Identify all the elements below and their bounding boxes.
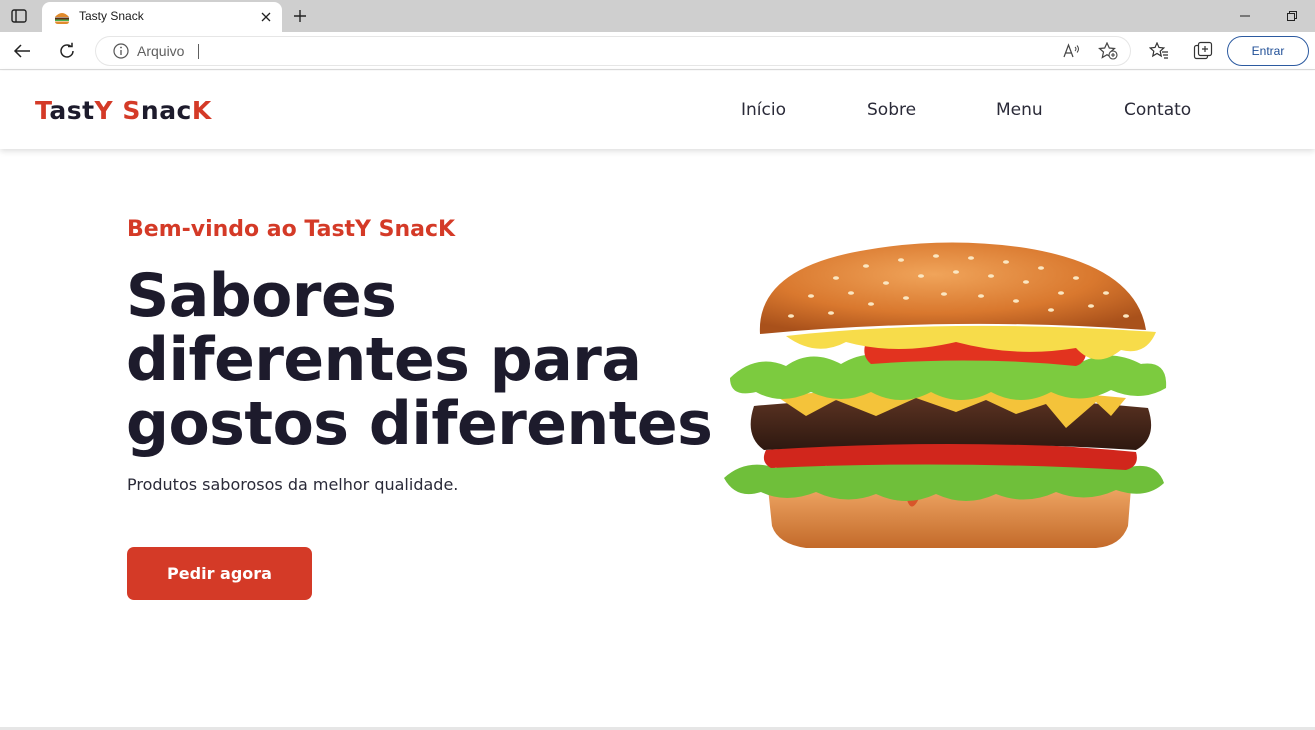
logo-letter: K	[191, 96, 212, 125]
tab-title: Tasty Snack	[79, 9, 144, 23]
browser-tab-bar: Tasty Snack	[0, 0, 1315, 32]
burger-image	[716, 238, 1176, 558]
logo-letters: nac	[140, 96, 192, 125]
nav-link-inicio[interactable]: Início	[741, 100, 786, 120]
hero-description: Produtos saborosos da melhor qualidade.	[127, 475, 459, 494]
logo-letter: T	[35, 96, 50, 125]
refresh-icon[interactable]	[54, 38, 80, 64]
favorites-icon[interactable]	[1148, 40, 1170, 62]
site-header: TastY SnacK Início Sobre Menu Contato	[0, 71, 1315, 149]
burger-favicon-icon	[54, 10, 70, 24]
close-tab-icon[interactable]	[258, 9, 274, 25]
logo-space	[113, 96, 122, 125]
logo-letter: S	[122, 96, 141, 125]
add-favorite-icon[interactable]	[1098, 41, 1118, 60]
logo-letters: ast	[49, 96, 95, 125]
order-now-button[interactable]: Pedir agora	[127, 547, 312, 600]
hero-title: Sabores diferentes para gostos diferente…	[126, 264, 716, 456]
new-tab-icon[interactable]	[289, 5, 311, 27]
info-icon[interactable]	[113, 43, 129, 59]
site-logo[interactable]: TastY SnacK	[35, 96, 212, 125]
address-separator	[198, 44, 199, 59]
nav-link-menu[interactable]: Menu	[996, 100, 1043, 120]
nav-link-contato[interactable]: Contato	[1124, 100, 1191, 120]
hero-subtitle: Bem-vindo ao TastY SnacK	[127, 217, 456, 242]
restore-window-icon[interactable]	[1281, 6, 1303, 26]
browser-toolbar: Arquivo Entrar	[0, 32, 1315, 70]
read-aloud-icon[interactable]	[1063, 43, 1081, 59]
signin-button[interactable]: Entrar	[1227, 36, 1309, 66]
hero-title-line: gostos diferentes	[126, 389, 713, 459]
logo-letter: Y	[94, 96, 114, 125]
minimize-window-icon[interactable]	[1234, 6, 1256, 26]
hero-title-line: Sabores	[126, 261, 397, 331]
hero-title-line: diferentes para	[126, 325, 642, 395]
tab-actions-icon[interactable]	[6, 4, 32, 28]
nav-link-sobre[interactable]: Sobre	[867, 100, 916, 120]
address-scheme-label: Arquivo	[137, 43, 185, 59]
address-bar[interactable]: Arquivo	[95, 36, 1131, 66]
back-arrow-icon[interactable]	[9, 38, 35, 64]
collections-icon[interactable]	[1192, 40, 1214, 62]
browser-tab[interactable]: Tasty Snack	[42, 2, 282, 32]
